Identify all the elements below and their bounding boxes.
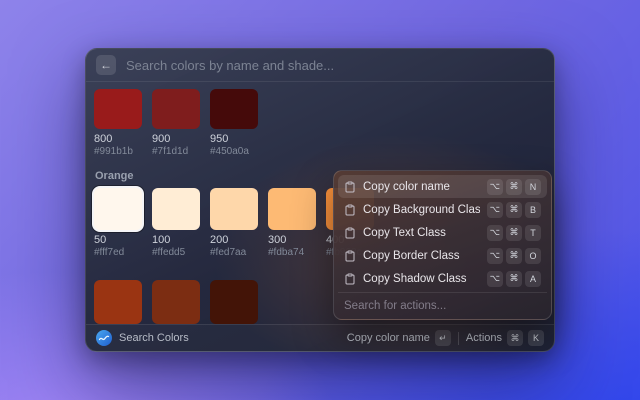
shortcut-keys: ⌥ ⌘ A	[487, 271, 541, 287]
hex-label: #fdba74	[268, 247, 316, 258]
desktop-background: ← 800 #991b1b 900 #7f1d1d 950	[0, 0, 640, 400]
shortcut-keys: ⌥ ⌘ B	[487, 202, 541, 218]
color-swatch-cell: 50 #fff7ed	[94, 188, 142, 258]
action-item-copy-border-class[interactable]: Copy Border Class ⌥ ⌘ O	[338, 244, 547, 267]
red-swatch-row: 800 #991b1b 900 #7f1d1d 950 #450a0a	[94, 89, 546, 157]
hex-label: #450a0a	[210, 146, 258, 157]
shade-label: 100	[152, 234, 200, 246]
color-swatch[interactable]	[268, 188, 316, 230]
shade-label: 300	[268, 234, 316, 246]
status-bar: Search Colors Copy color name ↵ Actions …	[86, 324, 554, 351]
color-swatch[interactable]	[210, 89, 258, 129]
color-swatch[interactable]	[210, 188, 258, 230]
color-swatch[interactable]	[94, 280, 142, 324]
color-swatch[interactable]	[210, 280, 258, 324]
key-badge: O	[525, 248, 541, 264]
color-swatch-cell: 950 #450a0a	[210, 89, 258, 157]
color-swatch[interactable]	[94, 89, 142, 129]
key-badge: ⌘	[506, 225, 522, 241]
enter-key-badge: ↵	[435, 330, 451, 346]
color-swatch-cell	[94, 280, 142, 324]
clipboard-icon	[344, 250, 356, 262]
action-item-copy-background-class[interactable]: Copy Background Class ⌥ ⌘ B	[338, 198, 547, 221]
key-badge: N	[525, 179, 541, 195]
clipboard-icon	[344, 204, 356, 216]
shade-label: 800	[94, 133, 142, 145]
search-colors-icon	[96, 330, 112, 346]
color-swatch-selected[interactable]	[94, 188, 142, 230]
cmd-key-badge: ⌘	[507, 330, 523, 346]
color-swatch[interactable]	[152, 89, 200, 129]
actions-search-input[interactable]	[344, 300, 541, 312]
action-item-label: Copy Shadow Class	[363, 273, 480, 285]
actions-label: Actions	[466, 332, 502, 344]
key-badge: ⌥	[487, 248, 503, 264]
key-badge: ⌥	[487, 179, 503, 195]
color-swatch-cell: 800 #991b1b	[94, 89, 142, 157]
clipboard-icon	[344, 181, 356, 193]
search-bar: ←	[86, 49, 554, 82]
actions-search-bar	[338, 292, 547, 319]
action-item-copy-shadow-class[interactable]: Copy Shadow Class ⌥ ⌘ A	[338, 267, 547, 290]
shade-label: 50	[94, 234, 142, 246]
action-item-label: Copy Background Class	[363, 204, 480, 216]
key-badge: T	[525, 225, 541, 241]
color-swatch[interactable]	[152, 280, 200, 324]
clipboard-icon	[344, 273, 356, 285]
key-badge: ⌘	[506, 271, 522, 287]
color-swatch-cell	[152, 280, 200, 324]
key-badge: ⌥	[487, 202, 503, 218]
shade-label: 900	[152, 133, 200, 145]
key-badge: ⌘	[506, 179, 522, 195]
color-swatch-cell: 100 #ffedd5	[152, 188, 200, 258]
shade-label: 950	[210, 133, 258, 145]
action-item-copy-color-name[interactable]: Copy color name ⌥ ⌘ N	[338, 175, 547, 198]
app-name: Search Colors	[119, 332, 189, 344]
footer-divider	[458, 332, 459, 345]
color-swatch-cell: 900 #7f1d1d	[152, 89, 200, 157]
color-swatch-cell: 200 #fed7aa	[210, 188, 258, 258]
color-swatch-cell	[210, 280, 258, 324]
shortcut-keys: ⌥ ⌘ N	[487, 179, 541, 195]
hex-label: #7f1d1d	[152, 146, 200, 157]
key-badge: ⌥	[487, 225, 503, 241]
action-item-label: Copy Border Class	[363, 250, 480, 262]
color-swatch-cell: 300 #fdba74	[268, 188, 316, 258]
action-item-label: Copy color name	[363, 181, 480, 193]
clipboard-icon	[344, 227, 356, 239]
color-swatch[interactable]	[152, 188, 200, 230]
key-badge: A	[525, 271, 541, 287]
key-badge: ⌘	[506, 248, 522, 264]
key-badge: ⌘	[506, 202, 522, 218]
back-button[interactable]: ←	[96, 55, 116, 75]
hex-label: #fed7aa	[210, 247, 258, 258]
back-arrow-icon: ←	[100, 58, 112, 72]
hex-label: #991b1b	[94, 146, 142, 157]
k-key-badge: K	[528, 330, 544, 346]
hex-label: #ffedd5	[152, 247, 200, 258]
key-badge: ⌥	[487, 271, 503, 287]
search-input[interactable]	[126, 58, 544, 73]
actions-button[interactable]: Actions ⌘ K	[466, 330, 544, 346]
action-panel: Copy color name ⌥ ⌘ N Copy Background Cl…	[333, 170, 552, 320]
primary-action-label: Copy color name	[347, 332, 430, 344]
shade-label: 200	[210, 234, 258, 246]
shortcut-keys: ⌥ ⌘ T	[487, 225, 541, 241]
shortcut-keys: ⌥ ⌘ O	[487, 248, 541, 264]
primary-action-button[interactable]: Copy color name ↵	[347, 330, 451, 346]
action-item-copy-text-class[interactable]: Copy Text Class ⌥ ⌘ T	[338, 221, 547, 244]
key-badge: B	[525, 202, 541, 218]
action-item-label: Copy Text Class	[363, 227, 480, 239]
hex-label: #fff7ed	[94, 247, 142, 258]
